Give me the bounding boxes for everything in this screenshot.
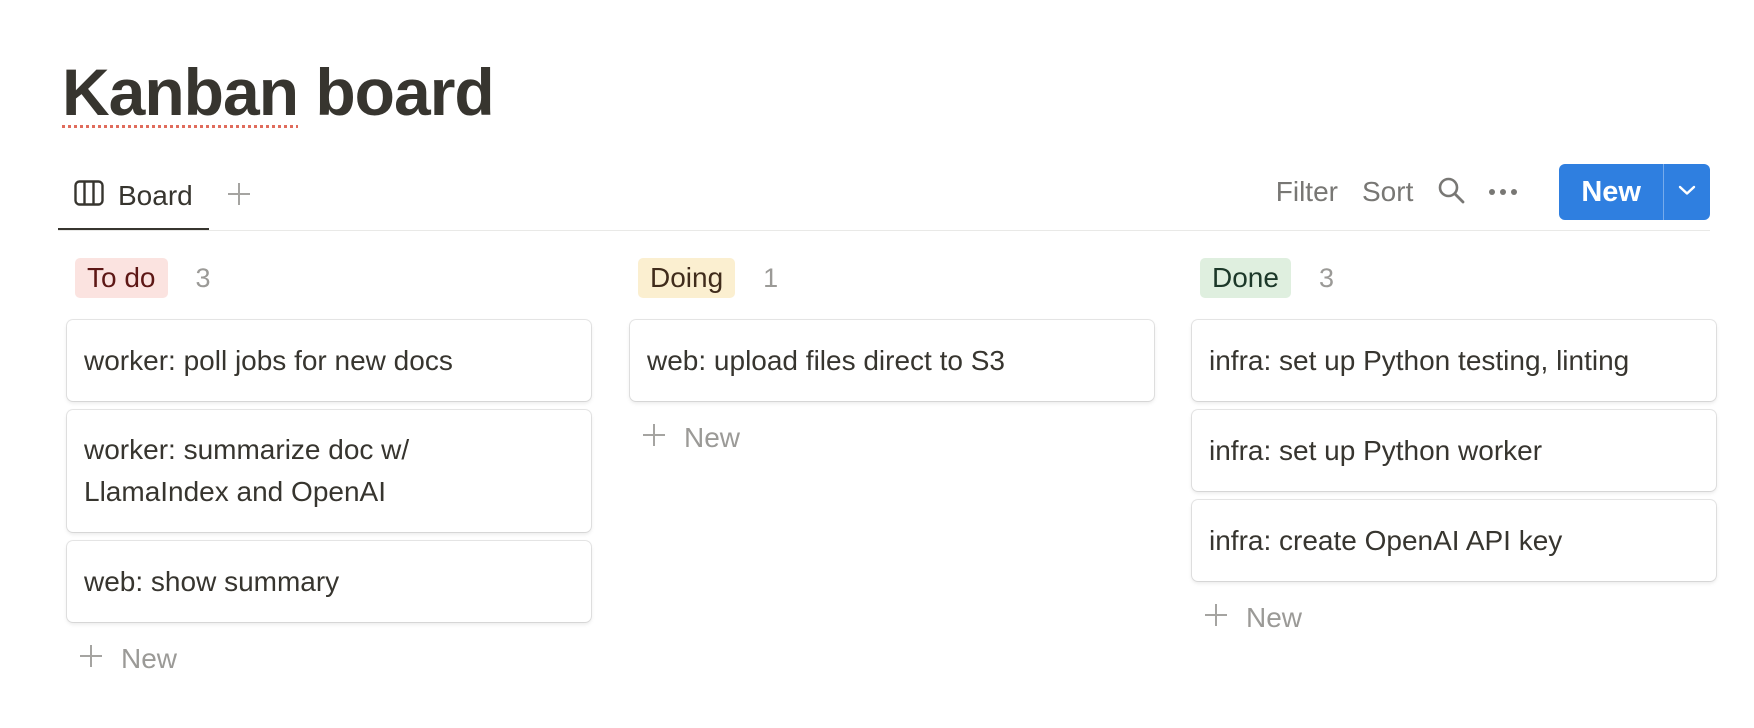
add-card-label: New	[121, 643, 178, 674]
status-badge[interactable]: Doing	[638, 258, 736, 298]
plus-icon	[227, 182, 251, 211]
column-header: To do 3	[75, 258, 591, 298]
column-count: 1	[763, 262, 779, 293]
sort-button[interactable]: Sort	[1350, 176, 1425, 208]
new-dropdown-button[interactable]	[1663, 164, 1710, 220]
page-title[interactable]: Kanban board	[62, 52, 495, 132]
status-badge[interactable]: To do	[75, 258, 168, 298]
card[interactable]: infra: set up Python testing, linting	[1192, 320, 1716, 401]
more-horizontal-icon	[1488, 183, 1518, 201]
card-title: infra: create OpenAI API key	[1209, 524, 1563, 556]
card[interactable]: infra: set up Python worker	[1192, 410, 1716, 491]
card-title: infra: set up Python testing, linting	[1209, 344, 1630, 376]
add-card-button[interactable]: New	[1192, 590, 1716, 646]
column-header: Done 3	[1200, 258, 1716, 298]
more-button[interactable]	[1477, 166, 1529, 218]
column-done: Done 3 infra: set up Python testing, lin…	[1192, 258, 1716, 646]
column-count: 3	[1318, 262, 1334, 293]
card[interactable]: worker: poll jobs for new docs	[67, 320, 591, 401]
search-button[interactable]	[1425, 166, 1477, 218]
plus-icon	[642, 422, 666, 454]
tab-board-label: Board	[118, 180, 193, 211]
card[interactable]: web: upload files direct to S3	[630, 320, 1154, 401]
column-count: 3	[195, 262, 211, 293]
page-title-misspelled-word: Kanban	[62, 55, 299, 129]
add-card-button[interactable]: New	[67, 631, 591, 687]
column-header: Doing 1	[638, 258, 1154, 298]
card[interactable]: worker: summarize doc w/ LlamaIndex and …	[67, 410, 591, 532]
plus-icon	[79, 643, 103, 675]
toolbar-divider	[58, 230, 1710, 231]
search-icon	[1437, 176, 1465, 209]
view-tabs: Board	[58, 164, 261, 232]
new-button[interactable]: New	[1559, 164, 1663, 220]
plus-icon	[1204, 602, 1228, 634]
add-card-label: New	[1246, 602, 1303, 633]
column-doing: Doing 1 web: upload files direct to S3 N…	[630, 258, 1154, 466]
view-actions: Filter Sort New	[1264, 164, 1710, 220]
status-badge[interactable]: Done	[1200, 258, 1291, 298]
filter-button[interactable]: Filter	[1264, 176, 1350, 208]
card-title: web: upload files direct to S3	[647, 344, 1005, 376]
add-card-label: New	[684, 422, 741, 453]
page-title-rest: board	[298, 55, 494, 129]
tab-board[interactable]: Board	[58, 164, 209, 231]
add-card-button[interactable]: New	[630, 410, 1154, 466]
column-todo: To do 3 worker: poll jobs for new docs w…	[67, 258, 591, 687]
kanban-board: To do 3 worker: poll jobs for new docs w…	[0, 258, 1754, 728]
card[interactable]: web: show summary	[67, 541, 591, 622]
card-title: infra: set up Python worker	[1209, 434, 1543, 466]
add-view-button[interactable]	[217, 164, 261, 228]
new-button-group: New	[1559, 164, 1710, 220]
chevron-down-icon	[1678, 183, 1696, 201]
kanban-page: Kanban board Board Filter Sort New To do…	[0, 0, 1754, 728]
card[interactable]: infra: create OpenAI API key	[1192, 500, 1716, 581]
card-title: worker: poll jobs for new docs	[84, 344, 453, 376]
board-view-icon	[74, 179, 104, 213]
card-title: worker: summarize doc w/ LlamaIndex and …	[84, 434, 410, 507]
card-title: web: show summary	[84, 565, 340, 597]
